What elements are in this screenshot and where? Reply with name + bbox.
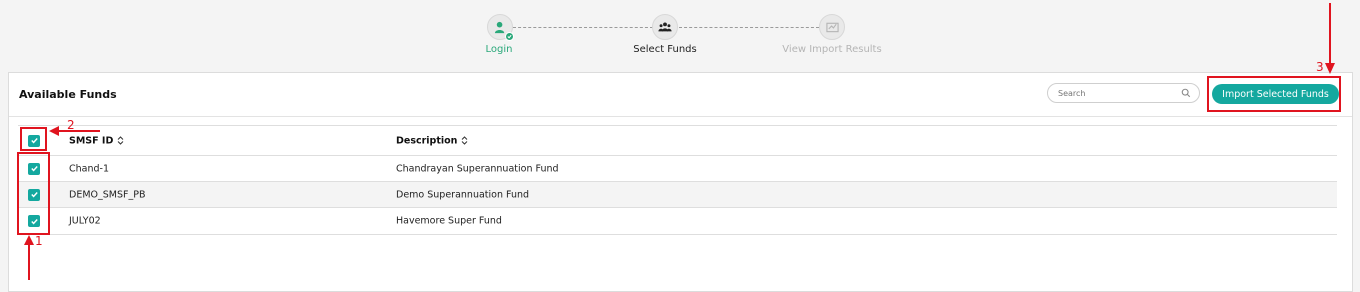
user-check-icon [494,21,504,33]
sort-icon[interactable] [117,136,124,146]
annotation-arrow-up-1 [24,235,34,280]
group-icon [658,22,672,32]
step-view-results-label: View Import Results [782,44,882,55]
check-icon [505,32,514,41]
table-row[interactable]: JULY02 Havemore Super Fund [18,208,1337,235]
available-funds-panel: Available Funds Import Selected Funds SM… [8,72,1353,292]
annotation-arrow-left-2 [49,126,100,136]
column-header-description[interactable]: Description [396,135,468,146]
smsf-id-cell: DEMO_SMSF_PB [69,189,146,200]
import-wizard-stepper: Login Select Funds View Import Results [0,0,1360,72]
description-cell: Demo Superannuation Fund [396,189,530,200]
annotation-arrow-down-3 [1325,3,1335,74]
smsf-id-cell: Chand-1 [69,163,109,174]
annotation-box-1 [17,152,50,235]
description-cell: Havemore Super Fund [396,215,502,227]
step-select-funds-label: Select Funds [633,44,697,55]
panel-title: Available Funds [19,88,117,101]
chart-icon [825,22,839,33]
annotation-box-2 [20,127,47,151]
description-cell: Chandrayan Superannuation Fund [396,163,559,174]
step-connector-2 [679,27,819,28]
annotation-number-1: 1 [35,234,43,248]
header-divider [9,116,1352,117]
column-header-label: Description [396,135,458,146]
step-login-indicator [487,14,514,41]
table-row[interactable]: DEMO_SMSF_PB Demo Superannuation Fund [18,182,1337,208]
search-input[interactable] [1058,87,1178,99]
step-select-funds-indicator [652,14,678,40]
step-view-results-indicator [819,14,845,40]
table-row[interactable]: Chand-1 Chandrayan Superannuation Fund [18,156,1337,182]
step-login-label: Login [485,44,513,55]
search-icon [1181,88,1191,98]
smsf-id-cell: JULY02 [69,215,101,227]
annotation-box-3 [1207,76,1341,112]
table-header-row: SMSF ID Description [18,125,1337,156]
search-field[interactable] [1047,83,1200,103]
sort-icon[interactable] [461,136,468,146]
step-connector-1 [513,27,653,28]
